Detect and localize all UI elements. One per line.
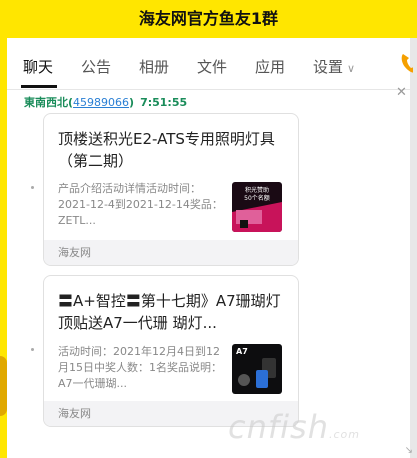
tab-apps[interactable]: 应用 [255, 56, 285, 77]
share-card[interactable]: 顶楼送积光E2-ATS专用照明灯具（第二期） 产品介绍活动详情活动时间：2021… [43, 113, 299, 266]
card-title: 顶楼送积光E2-ATS专用照明灯具（第二期） [58, 130, 275, 170]
tab-settings[interactable]: 设置 ∨ [313, 56, 355, 77]
phone-icon[interactable] [399, 50, 413, 76]
tab-files[interactable]: 文件 [197, 56, 227, 77]
tab-announcements[interactable]: 公告 [81, 56, 111, 77]
watermark-text: cnfish [228, 408, 329, 446]
window-title: 海友网官方鱼友1群 [138, 9, 279, 28]
watermark: cnfish.com [228, 408, 360, 446]
bullet-dot [31, 348, 34, 351]
message-sender: 東南西北(45989066) 7:51:55 [24, 96, 188, 109]
title-bar: 海友网官方鱼友1群 [0, 0, 417, 38]
left-edge-blob [0, 356, 7, 416]
svg-text:积光赞助: 积光赞助 [245, 186, 269, 194]
tab-chat[interactable]: 聊天 [23, 56, 53, 77]
sender-name: 東南西北 [24, 96, 68, 109]
card-description: 活动时间：2021年12月4日到12月15日中奖人数：1名奖品说明：A7一代珊瑚… [58, 345, 222, 390]
card-source: 海友网 [44, 240, 298, 265]
share-card[interactable]: 〓A+智控〓第十七期》A7珊瑚灯顶贴送A7一代珊 瑚灯... 活动时间：2021… [43, 275, 299, 427]
tab-album[interactable]: 相册 [139, 56, 169, 77]
active-tab-underline [21, 85, 57, 88]
watermark-suffix: .com [328, 428, 360, 441]
close-icon[interactable]: ✕ [396, 85, 407, 100]
card-thumbnail: 积光赞助 50个名额 [232, 182, 282, 232]
message-time: 7:51:55 [140, 96, 188, 109]
card-thumbnail: A7 [232, 344, 282, 394]
svg-text:A7: A7 [236, 347, 248, 356]
tab-settings-label: 设置 [313, 58, 344, 76]
left-edge [0, 38, 7, 458]
card-title: 〓A+智控〓第十七期》A7珊瑚灯顶贴送A7一代珊 瑚灯... [58, 292, 281, 332]
card-description: 产品介绍活动详情活动时间：2021-12-4到2021-12-14奖品：ZETL… [58, 182, 223, 227]
chevron-down-icon: ∨ [347, 62, 356, 75]
right-edge [410, 38, 417, 458]
resize-grip-icon[interactable]: ↘ [405, 445, 413, 456]
tab-divider [7, 89, 410, 90]
svg-text:50个名额: 50个名额 [244, 194, 270, 202]
chat-panel: 聊天 公告 相册 文件 应用 设置 ∨ ✕ 東南西北(45989066) 7:51:… [7, 38, 413, 458]
bullet-dot [31, 186, 34, 189]
sender-qq-link[interactable]: 45989066 [73, 96, 129, 109]
tab-bar: 聊天 公告 相册 文件 应用 设置 ∨ [7, 38, 413, 90]
